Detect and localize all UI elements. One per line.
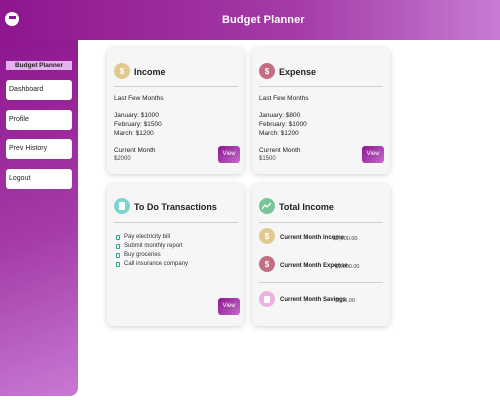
divider xyxy=(259,222,383,223)
expense-card: $ Expense Last Few Months January: $800 … xyxy=(252,48,390,174)
income-current-value: $2000 xyxy=(114,156,131,162)
dollar-icon: $ xyxy=(259,228,275,244)
todo-item[interactable]: Submit monthly report xyxy=(116,243,183,249)
divider xyxy=(114,86,238,87)
current-month-income-value: $2,000.00 xyxy=(333,236,358,242)
current-month-savings-value: $500.00 xyxy=(335,298,355,304)
sidebar-item-profile[interactable]: Profile xyxy=(6,110,72,130)
piggy-bank-icon xyxy=(259,291,275,307)
dollar-icon: $ xyxy=(114,63,130,79)
total-income-card: Total Income $ Current Month Income $2,0… xyxy=(252,184,390,326)
expense-view-button[interactable]: View xyxy=(362,146,384,163)
todo-item[interactable]: Pay electricity bill xyxy=(116,234,170,240)
income-view-button[interactable]: View xyxy=(218,146,240,163)
todo-view-button[interactable]: View xyxy=(218,298,240,315)
hamburger-icon xyxy=(8,16,16,22)
checkbox-icon[interactable] xyxy=(116,234,120,240)
income-title: Income xyxy=(134,67,166,77)
expense-subtitle: Last Few Months xyxy=(259,95,309,102)
income-month-3: March: $1200 xyxy=(114,130,154,137)
clipboard-icon xyxy=(114,198,130,214)
income-month-2: February: $1500 xyxy=(114,121,162,128)
income-current-label: Current Month xyxy=(114,147,156,154)
expense-current-label: Current Month xyxy=(259,147,301,154)
todo-card: To Do Transactions Pay electricity bill … xyxy=(107,184,244,326)
todo-item[interactable]: Call insurance company xyxy=(116,261,188,267)
sidebar: Budget Planner Dashboard Profile Prev Hi… xyxy=(0,40,78,396)
divider xyxy=(259,282,383,283)
income-card: $ Income Last Few Months January: $1000 … xyxy=(107,48,244,174)
income-subtitle: Last Few Months xyxy=(114,95,164,102)
checkbox-icon[interactable] xyxy=(116,252,120,258)
page-title: Budget Planner xyxy=(222,14,305,26)
divider xyxy=(259,86,383,87)
todo-item-label: Pay electricity bill xyxy=(124,234,171,240)
income-month-1: January: $1000 xyxy=(114,112,159,119)
expense-month-1: January: $800 xyxy=(259,112,301,119)
divider xyxy=(114,222,238,223)
todo-item[interactable]: Buy groceries xyxy=(116,252,161,258)
expense-month-2: February: $1000 xyxy=(259,121,307,128)
sidebar-brand: Budget Planner xyxy=(6,61,72,70)
sidebar-item-logout[interactable]: Logout xyxy=(6,169,72,189)
trend-icon xyxy=(259,198,275,214)
todo-item-label: Call insurance company xyxy=(124,261,189,267)
todo-item-label: Submit monthly report xyxy=(124,243,183,249)
todo-title: To Do Transactions xyxy=(134,202,217,212)
total-income-title: Total Income xyxy=(279,202,334,212)
menu-toggle-button[interactable] xyxy=(5,12,19,26)
top-header: Budget Planner xyxy=(0,0,500,40)
expense-title: Expense xyxy=(279,67,317,77)
checkbox-icon[interactable] xyxy=(116,261,120,267)
sidebar-item-prev-history[interactable]: Prev History xyxy=(6,139,72,159)
dollar-icon: $ xyxy=(259,256,275,272)
current-month-expense-value: $1,500.00 xyxy=(335,264,360,270)
expense-current-value: $1500 xyxy=(259,156,276,162)
expense-month-3: March: $1200 xyxy=(259,130,299,137)
sidebar-item-dashboard[interactable]: Dashboard xyxy=(6,80,72,100)
todo-item-label: Buy groceries xyxy=(124,252,161,258)
dollar-icon: $ xyxy=(259,63,275,79)
checkbox-icon[interactable] xyxy=(116,243,120,249)
